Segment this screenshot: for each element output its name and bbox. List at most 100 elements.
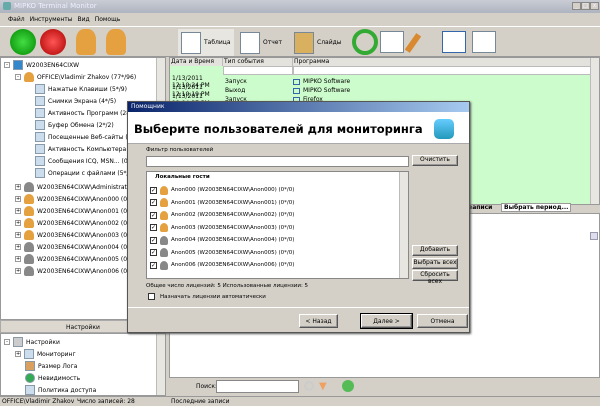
tree-user[interactable]: + W2003EN64CIXW\Anon005 (0*/0) xyxy=(15,253,138,265)
category-label: Нажатые Клавиши (5*/9) xyxy=(48,85,127,93)
slides-view-button[interactable]: Слайды xyxy=(294,29,342,56)
search-input[interactable] xyxy=(216,380,299,393)
tree-category[interactable]: Буфер Обмена (2*/2) xyxy=(35,119,114,131)
table-label: Таблица xyxy=(204,39,231,46)
license-info: Общее число лицензий: 5 Использованные л… xyxy=(146,283,309,289)
tree-user[interactable]: + W2003EN64CIXW\Anon000 (0*/0) xyxy=(15,193,138,205)
filter-program[interactable] xyxy=(293,66,591,75)
hide-eye-icon[interactable] xyxy=(472,31,496,53)
user-checkbox[interactable]: ✓ xyxy=(150,199,157,206)
expand-toggle[interactable]: + xyxy=(15,232,21,238)
filter-event-type[interactable] xyxy=(223,66,293,75)
slides-label: Слайды xyxy=(317,39,342,46)
menu-help[interactable]: Помощь xyxy=(95,16,121,23)
cell-program: MIPKO Software xyxy=(303,87,351,94)
expand-toggle[interactable]: + xyxy=(15,244,21,250)
expand-toggle[interactable]: + xyxy=(15,184,21,190)
user-label: W2003EN64CIXW\Anon003 (0*/0) xyxy=(37,231,139,239)
tree-user[interactable]: + W2003EN64CIXW\Anon002 (0*/0) xyxy=(15,217,138,229)
program-icon xyxy=(293,87,300,94)
tree-user[interactable]: OFFICE\Vladimir Zhakov (77*/96) xyxy=(37,74,136,81)
chart-icon[interactable] xyxy=(342,380,354,392)
user-checkbox[interactable]: ✓ xyxy=(150,261,157,269)
user-label: W2003EN64CIXW\Anon004 (0*/0) xyxy=(37,243,139,251)
menu-view[interactable]: Вид xyxy=(78,16,90,23)
settings-item[interactable]: Политика доступа xyxy=(38,387,96,394)
column-header-program[interactable]: Программа xyxy=(293,58,591,66)
expand-toggle[interactable]: + xyxy=(15,351,21,357)
user-list-item[interactable]: ✓ Anon000 (W2003EN64CIXW\Anon000) (0*/0) xyxy=(150,184,294,196)
minimize-button[interactable]: _ xyxy=(572,2,581,10)
user-checkbox[interactable]: ✓ xyxy=(150,211,157,219)
add-button[interactable]: Добавить xyxy=(412,245,458,256)
clear-broom-icon[interactable] xyxy=(404,33,422,53)
scrollbar[interactable] xyxy=(399,172,408,278)
tree-root[interactable]: W2003EN64CIXW xyxy=(26,62,79,69)
user-list-item[interactable]: ✓ Anon006 (W2003EN64CIXW\Anon006) (0*/0) xyxy=(150,259,294,271)
column-header-event-type[interactable]: Тип события xyxy=(223,58,293,66)
back-button[interactable]: < Назад xyxy=(299,314,338,328)
settings-item[interactable]: Мониторинг xyxy=(37,351,76,358)
auto-assign-checkbox[interactable] xyxy=(148,293,155,300)
status-last-records: Последние записи xyxy=(171,398,230,405)
scrollbar[interactable] xyxy=(590,58,599,204)
user-list-item[interactable]: ✓ Anon003 (W2003EN64CIXW\Anon003) (0*/0) xyxy=(150,222,294,234)
close-button[interactable]: x xyxy=(590,2,599,10)
user-checkbox[interactable]: ✓ xyxy=(150,249,157,256)
monitor-icon xyxy=(24,349,34,359)
tree-category[interactable]: Операции с файлами (5*/6) xyxy=(35,167,135,179)
clear-button[interactable]: Очистить xyxy=(412,155,458,166)
tree-user[interactable]: + W2003EN64CIXW\Anon004 (0*/0) xyxy=(15,241,138,253)
reset-all-button[interactable]: Сбросить всех xyxy=(412,270,458,285)
collapse-toggle[interactable]: - xyxy=(4,62,10,68)
refresh-icon[interactable] xyxy=(352,29,378,55)
settings-item[interactable]: Размер Лога xyxy=(38,363,77,370)
tree-category[interactable]: Нажатые Клавиши (5*/9) xyxy=(35,83,127,95)
expand-toggle[interactable]: + xyxy=(15,196,21,202)
tree-category[interactable]: Сообщения ICQ, MSN... (0*/0) xyxy=(35,155,139,167)
tab-select-period[interactable]: Выбрать период... xyxy=(501,203,572,212)
tree-user[interactable]: + W2003EN64CIXW\Anon006 (0*/0) xyxy=(15,265,138,277)
scrollbar[interactable] xyxy=(156,334,165,395)
user-list-item[interactable]: ✓ Anon002 (W2003EN64CIXW\Anon002) (0*/0) xyxy=(150,209,294,221)
maximize-button[interactable]: □ xyxy=(581,2,590,10)
user-checkbox[interactable]: ✓ xyxy=(150,186,157,194)
select-all-button[interactable]: Выбрать всех xyxy=(412,258,458,269)
report-view-button[interactable]: Отчет xyxy=(240,29,282,56)
user-filter-input[interactable] xyxy=(146,156,409,167)
access-icon xyxy=(25,385,35,395)
user-list-item[interactable]: ✓ Anon004 (W2003EN64CIXW\Anon004) (0*/0) xyxy=(150,234,294,246)
next-button[interactable]: Далее > xyxy=(360,313,413,329)
filter-icon[interactable]: ▼ xyxy=(319,381,327,392)
user-list-item[interactable]: ✓ Anon001 (W2003EN64CIXW\Anon001) (0*/0) xyxy=(150,197,294,209)
expand-toggle[interactable]: + xyxy=(15,208,21,214)
remove-user-icon[interactable] xyxy=(106,29,126,55)
tree-user[interactable]: + W2003EN64CIXW\Anon001 (0*/0) xyxy=(15,205,138,217)
stop-monitoring-button[interactable] xyxy=(40,29,66,55)
start-monitoring-button[interactable] xyxy=(10,29,36,55)
calendar-icon[interactable] xyxy=(380,31,404,53)
menu-file[interactable]: Файл xyxy=(8,16,25,23)
expand-toggle[interactable]: + xyxy=(15,268,21,274)
expand-toggle[interactable]: + xyxy=(15,256,21,262)
user-list-item[interactable]: ✓ Anon005 (W2003EN64CIXW\Anon005) (0*/0) xyxy=(150,247,294,259)
collapse-toggle[interactable]: - xyxy=(4,339,10,345)
settings-item[interactable]: Невидимость xyxy=(38,375,80,382)
tree-user[interactable]: + W2003EN64CIXW\Anon003 (0*/0) xyxy=(15,229,138,241)
expand-toggle[interactable]: + xyxy=(15,220,21,226)
cancel-button[interactable]: Отмена xyxy=(417,314,468,328)
table-view-button[interactable]: Таблица xyxy=(178,29,234,56)
user-checkbox[interactable]: ✓ xyxy=(150,236,157,244)
settings-item[interactable]: Настройки xyxy=(26,339,60,346)
add-user-icon[interactable] xyxy=(76,29,96,55)
column-header-datetime[interactable]: Дата и Время xyxy=(170,58,223,66)
tree-category[interactable]: Снимки Экрана (4*/5) xyxy=(35,95,116,107)
search-icon[interactable] xyxy=(304,381,314,391)
collapse-toggle[interactable]: - xyxy=(15,74,21,80)
slides-icon xyxy=(294,31,314,54)
menu-tools[interactable]: Инструменты xyxy=(30,16,73,23)
user-checkbox[interactable]: ✓ xyxy=(150,224,157,231)
user-icon xyxy=(24,182,34,192)
small-window-icon[interactable] xyxy=(590,232,598,240)
window-icon[interactable] xyxy=(442,31,466,53)
